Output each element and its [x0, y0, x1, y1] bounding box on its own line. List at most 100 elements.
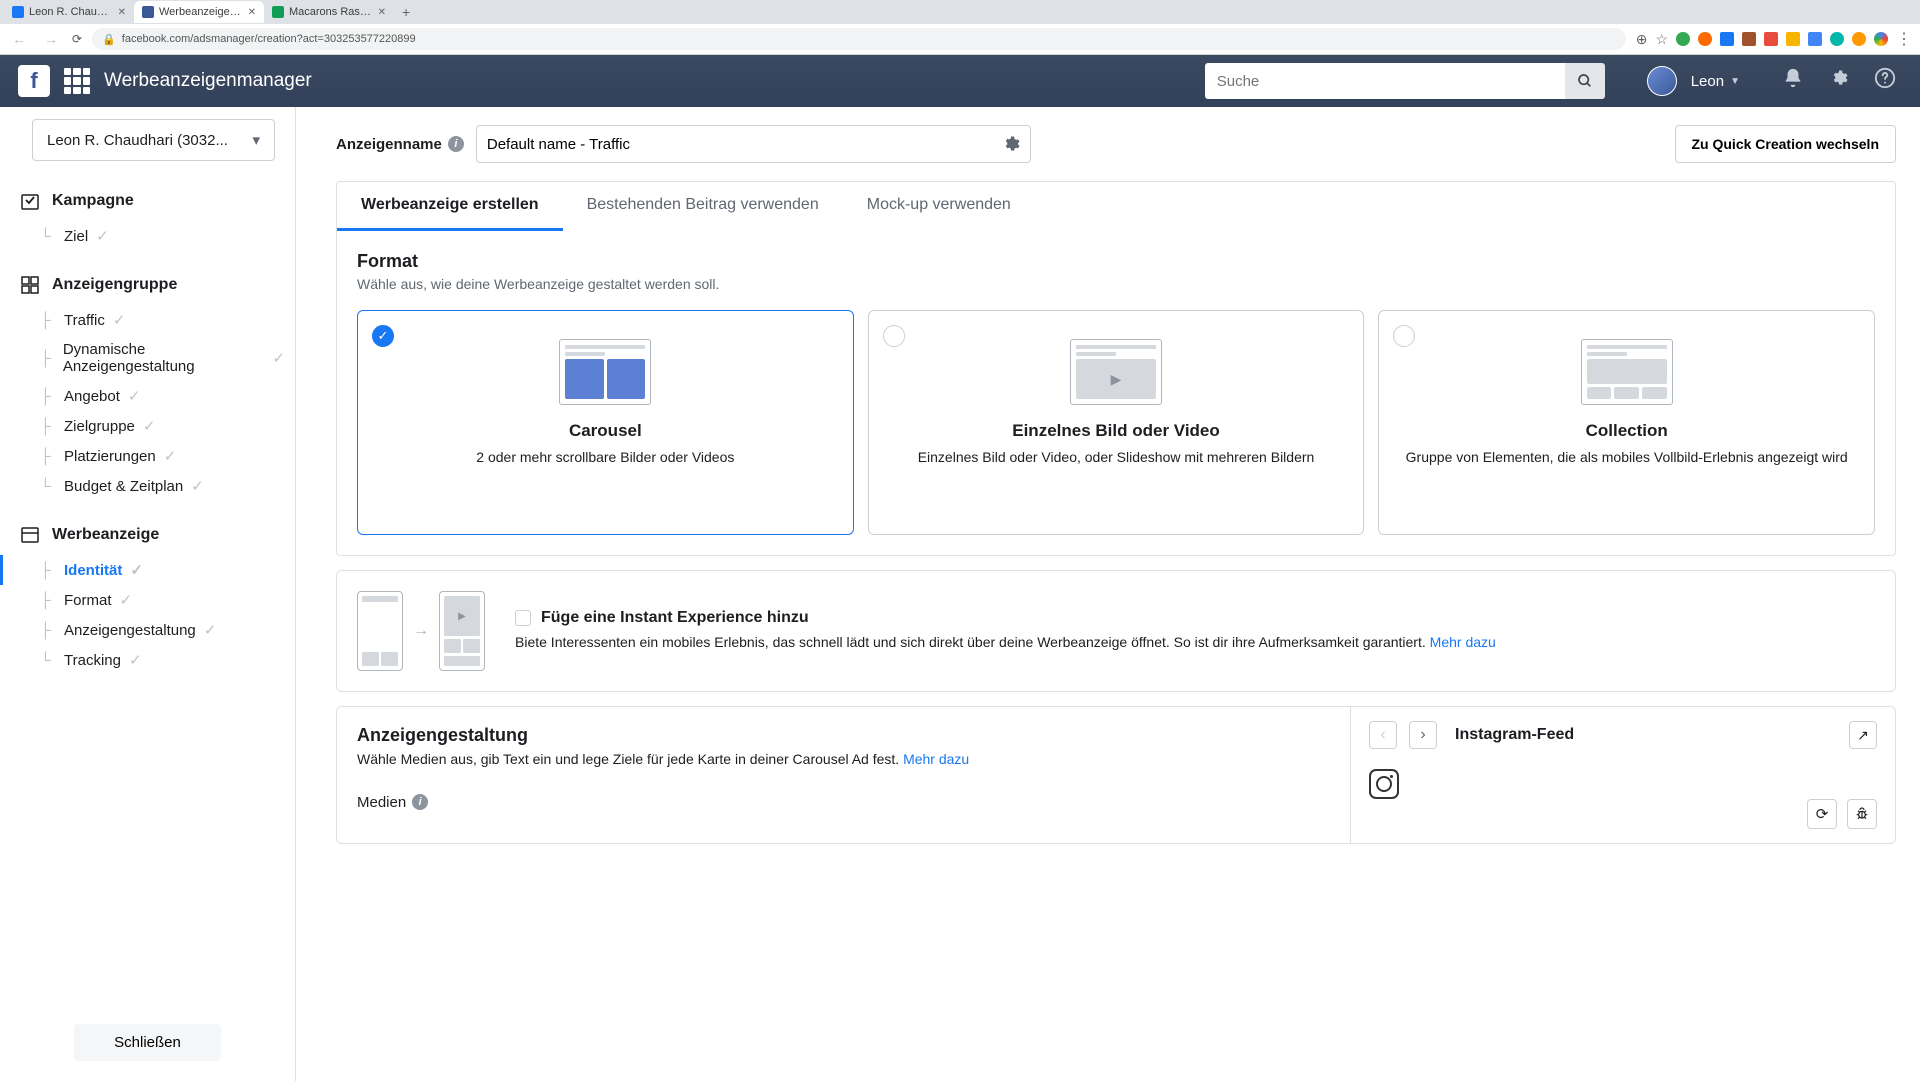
format-desc: Gruppe von Elementen, die als mobiles Vo…: [1397, 449, 1856, 465]
instant-experience-checkbox[interactable]: [515, 610, 531, 626]
preview-prev-button[interactable]: ‹: [1369, 721, 1397, 749]
new-tab-button[interactable]: +: [394, 4, 418, 20]
nav-item-budget[interactable]: └ Budget & Zeitplan ✓: [30, 471, 295, 501]
checkmark-icon: ✓: [130, 561, 143, 579]
more-menu-icon[interactable]: ⋮: [1896, 29, 1912, 49]
gear-icon[interactable]: [1002, 135, 1020, 153]
tab-create-ad[interactable]: Werbeanzeige erstellen: [337, 182, 563, 231]
back-icon[interactable]: ←: [8, 31, 30, 47]
radio-icon: [1393, 325, 1415, 347]
learn-more-link[interactable]: Mehr dazu: [903, 751, 969, 767]
format-desc: 2 oder mehr scrollbare Bilder oder Video…: [376, 449, 835, 465]
nav-item-dynamic[interactable]: ├Dynamische Anzeigengestaltung✓: [30, 335, 295, 381]
user-name-label: Leon: [1691, 73, 1724, 90]
nav-item-traffic[interactable]: ├Traffic✓: [30, 305, 295, 335]
nav-item-identity[interactable]: ├Identität✓: [30, 555, 295, 585]
extension-icon[interactable]: [1698, 32, 1712, 46]
nav-item-label: Traffic: [64, 312, 105, 329]
extension-icon[interactable]: [1786, 32, 1800, 46]
close-icon[interactable]: ✕: [378, 7, 386, 18]
nav-head-ad[interactable]: Werbeanzeige: [0, 519, 295, 551]
help-icon[interactable]: [1868, 67, 1902, 95]
account-label: Leon R. Chaudhari (3032...: [47, 132, 228, 149]
section-body: Wähle Medien aus, gib Text ein und lege …: [357, 750, 1330, 770]
extension-icon[interactable]: [1720, 32, 1734, 46]
extension-icon[interactable]: [1676, 32, 1690, 46]
tree-branch-icon: ├: [40, 448, 56, 465]
instagram-icon[interactable]: [1369, 769, 1399, 799]
ad-name-label: Anzeigenname i: [336, 136, 464, 153]
format-option-collection[interactable]: Collection Gruppe von Elementen, die als…: [1378, 310, 1875, 535]
nav-item-tracking[interactable]: └Tracking✓: [30, 645, 295, 675]
nav-item-placements[interactable]: ├Platzierungen✓: [30, 441, 295, 471]
facebook-logo-icon[interactable]: f: [18, 65, 50, 97]
top-search[interactable]: [1205, 63, 1605, 99]
media-label-row: Medien i: [357, 794, 1330, 811]
extension-icon[interactable]: [1742, 32, 1756, 46]
nav-item-audience[interactable]: ├Zielgruppe✓: [30, 411, 295, 441]
radio-icon: [883, 325, 905, 347]
search-button[interactable]: [1565, 63, 1605, 99]
browser-chrome: Leon R. Chaudhari | Facebook ✕ Werbeanze…: [0, 0, 1920, 55]
info-icon[interactable]: i: [448, 136, 464, 152]
tree-branch-icon: ├: [40, 622, 56, 639]
sheets-favicon-icon: [272, 6, 284, 18]
forward-icon[interactable]: →: [40, 31, 62, 47]
section-title: Anzeigengestaltung: [357, 725, 1330, 746]
switch-creation-button[interactable]: Zu Quick Creation wechseln: [1675, 125, 1897, 163]
url-field[interactable]: 🔒 facebook.com/adsmanager/creation?act=3…: [92, 28, 1626, 50]
preview-next-button[interactable]: ›: [1409, 721, 1437, 749]
tab-existing-post[interactable]: Bestehenden Beitrag verwenden: [563, 182, 843, 231]
main-content: Anzeigenname i Zu Quick Creation wechsel…: [296, 107, 1920, 1081]
tree-branch-icon: ├: [40, 312, 56, 329]
browser-address-bar: ← → ⟳ 🔒 facebook.com/adsmanager/creation…: [0, 24, 1920, 54]
ad-name-input[interactable]: [487, 136, 1002, 153]
ad-name-input-wrap[interactable]: [476, 125, 1031, 163]
nav-item-goal[interactable]: └ Ziel ✓: [30, 221, 295, 251]
star-icon[interactable]: ☆: [1655, 31, 1668, 48]
zoom-icon[interactable]: ⊕: [1636, 31, 1648, 48]
nav-item-label: Zielgruppe: [64, 418, 135, 435]
open-external-icon[interactable]: ↗: [1849, 721, 1877, 749]
format-option-single[interactable]: ▶ Einzelnes Bild oder Video Einzelnes Bi…: [868, 310, 1365, 535]
tree-branch-icon: └: [40, 228, 56, 245]
extension-icon[interactable]: [1808, 32, 1822, 46]
profile-avatar-icon[interactable]: [1874, 32, 1888, 46]
close-button[interactable]: Schließen: [74, 1024, 221, 1061]
bug-icon[interactable]: [1847, 799, 1877, 829]
nav-item-format[interactable]: ├Format✓: [30, 585, 295, 615]
nav-head-adset[interactable]: Anzeigengruppe: [0, 269, 295, 301]
browser-tab[interactable]: Werbeanzeigenmanager - Cre ✕: [134, 1, 264, 23]
browser-tab[interactable]: Leon R. Chaudhari | Facebook ✕: [4, 1, 134, 23]
learn-more-link[interactable]: Mehr dazu: [1430, 634, 1496, 650]
settings-gear-icon[interactable]: [1824, 69, 1854, 93]
nav-head-campaign[interactable]: Kampagne: [0, 185, 295, 217]
tree-branch-icon: ├: [40, 562, 56, 579]
refresh-icon[interactable]: ⟳: [1807, 799, 1837, 829]
nav-item-offer[interactable]: ├Angebot✓: [30, 381, 295, 411]
checkmark-icon: ✓: [191, 477, 204, 495]
close-icon[interactable]: ✕: [118, 7, 126, 18]
tree-branch-icon: ├: [40, 592, 56, 609]
account-selector[interactable]: Leon R. Chaudhari (3032... ▾: [32, 119, 275, 161]
apps-grid-icon[interactable]: [64, 68, 90, 94]
user-avatar[interactable]: [1647, 66, 1677, 96]
nav-item-creative[interactable]: ├Anzeigengestaltung✓: [30, 615, 295, 645]
tab-mockup[interactable]: Mock-up verwenden: [843, 182, 1035, 231]
nav-section-campaign: Kampagne └ Ziel ✓: [0, 181, 295, 265]
notifications-icon[interactable]: [1776, 67, 1810, 95]
extension-icon[interactable]: [1764, 32, 1778, 46]
user-menu[interactable]: Leon ▼: [1691, 73, 1740, 90]
format-option-carousel[interactable]: ✓ Carousel 2 oder mehr scrollbare Bilder…: [357, 310, 854, 535]
extension-icon[interactable]: [1852, 32, 1866, 46]
tree-branch-icon: └: [40, 478, 56, 495]
extension-icon[interactable]: [1830, 32, 1844, 46]
close-icon[interactable]: ✕: [248, 7, 256, 18]
info-icon[interactable]: i: [412, 794, 428, 810]
instant-experience-illustration: → ▶: [357, 591, 485, 671]
reload-icon[interactable]: ⟳: [72, 32, 82, 46]
browser-tab[interactable]: Macarons Raspberries Pastrie ✕: [264, 1, 394, 23]
checkmark-icon: ✓: [143, 417, 156, 435]
search-input[interactable]: [1205, 63, 1565, 99]
nav-item-label: Budget & Zeitplan: [64, 478, 183, 495]
